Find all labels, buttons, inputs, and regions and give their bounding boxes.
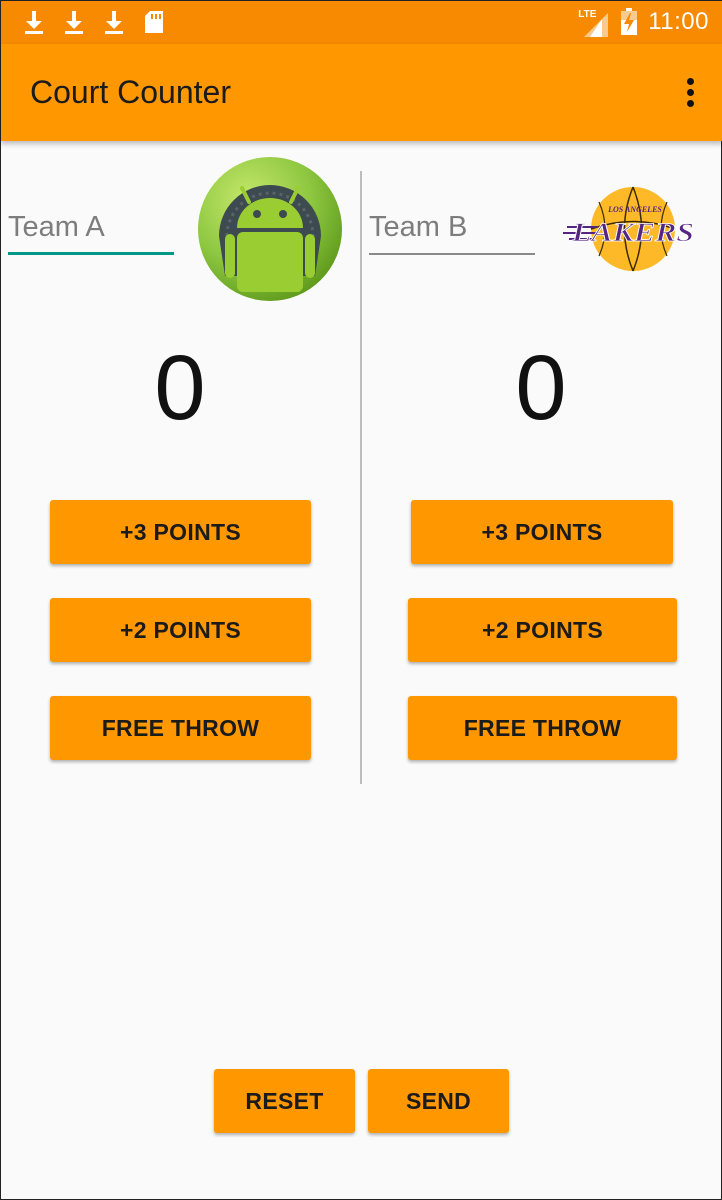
team-a-free-throw-button[interactable]: FREE THROW xyxy=(50,696,311,760)
download-icon xyxy=(25,11,43,34)
team-b-plus-2-button[interactable]: +2 POINTS xyxy=(408,598,677,662)
sd-card-icon xyxy=(145,11,163,33)
notification-icons xyxy=(23,9,165,35)
download-icon xyxy=(65,11,83,34)
overflow-menu-icon[interactable] xyxy=(685,78,695,108)
signal-icon: LTE xyxy=(578,7,610,37)
team-a-name-input[interactable] xyxy=(8,207,174,244)
team-divider xyxy=(360,171,362,784)
team-a-plus-2-button[interactable]: +2 POINTS xyxy=(50,598,311,662)
app-title: Court Counter xyxy=(30,74,231,110)
system-icons: LTE 11:00 xyxy=(578,7,709,37)
send-button[interactable]: SEND xyxy=(368,1069,509,1133)
status-time: 11:00 xyxy=(648,8,709,35)
team-a-name-field[interactable] xyxy=(8,207,174,255)
app-bar: Court Counter xyxy=(1,44,722,141)
android-logo xyxy=(198,157,342,301)
team-b-score: 0 xyxy=(515,337,567,439)
lakers-logo: LOS ANGELES LAKERS xyxy=(563,186,694,272)
team-b-name-field[interactable] xyxy=(369,207,535,255)
team-b-plus-3-button[interactable]: +3 POINTS xyxy=(411,500,673,564)
status-bar: LTE 11:00 xyxy=(1,1,722,44)
team-b-name-input[interactable] xyxy=(369,207,535,244)
team-a-score: 0 xyxy=(154,337,206,439)
lakers-logo-subtext: LOS ANGELES xyxy=(607,205,662,214)
lakers-logo-text: LAKERS xyxy=(571,218,694,247)
team-b-free-throw-button[interactable]: FREE THROW xyxy=(408,696,677,760)
battery-charging-icon xyxy=(621,8,638,35)
reset-button[interactable]: RESET xyxy=(214,1069,355,1133)
download-icon xyxy=(105,11,123,34)
team-a-plus-3-button[interactable]: +3 POINTS xyxy=(50,500,311,564)
